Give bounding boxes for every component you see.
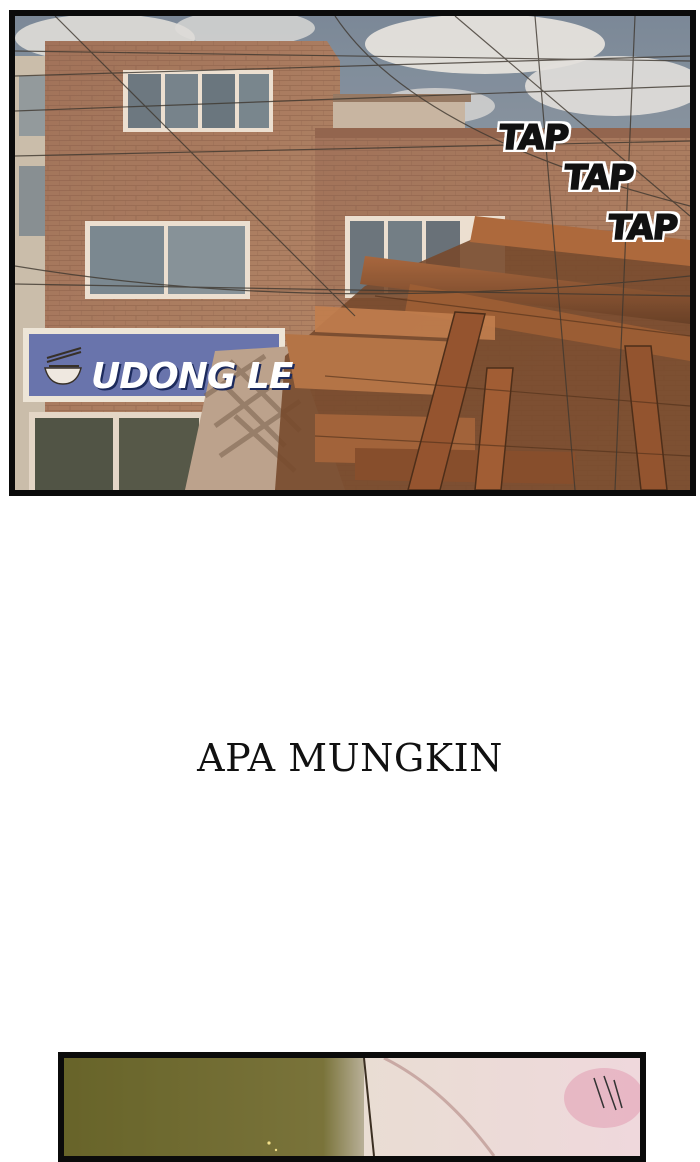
building-scene-illustration (15, 16, 690, 490)
comic-panel-building: UDONG LE TAP TAP TAP (9, 10, 696, 496)
shop-sign-text: UDONG LE (91, 356, 293, 397)
sound-effect-tap-1: TAP (496, 117, 571, 159)
sound-effect-tap-3: TAP (605, 207, 680, 249)
narration-text: APA MUNGKIN (197, 736, 503, 780)
sound-effect-tap-2: TAP (561, 157, 636, 199)
partial-scene-illustration (64, 1058, 640, 1156)
comic-panel-partial (58, 1052, 646, 1162)
